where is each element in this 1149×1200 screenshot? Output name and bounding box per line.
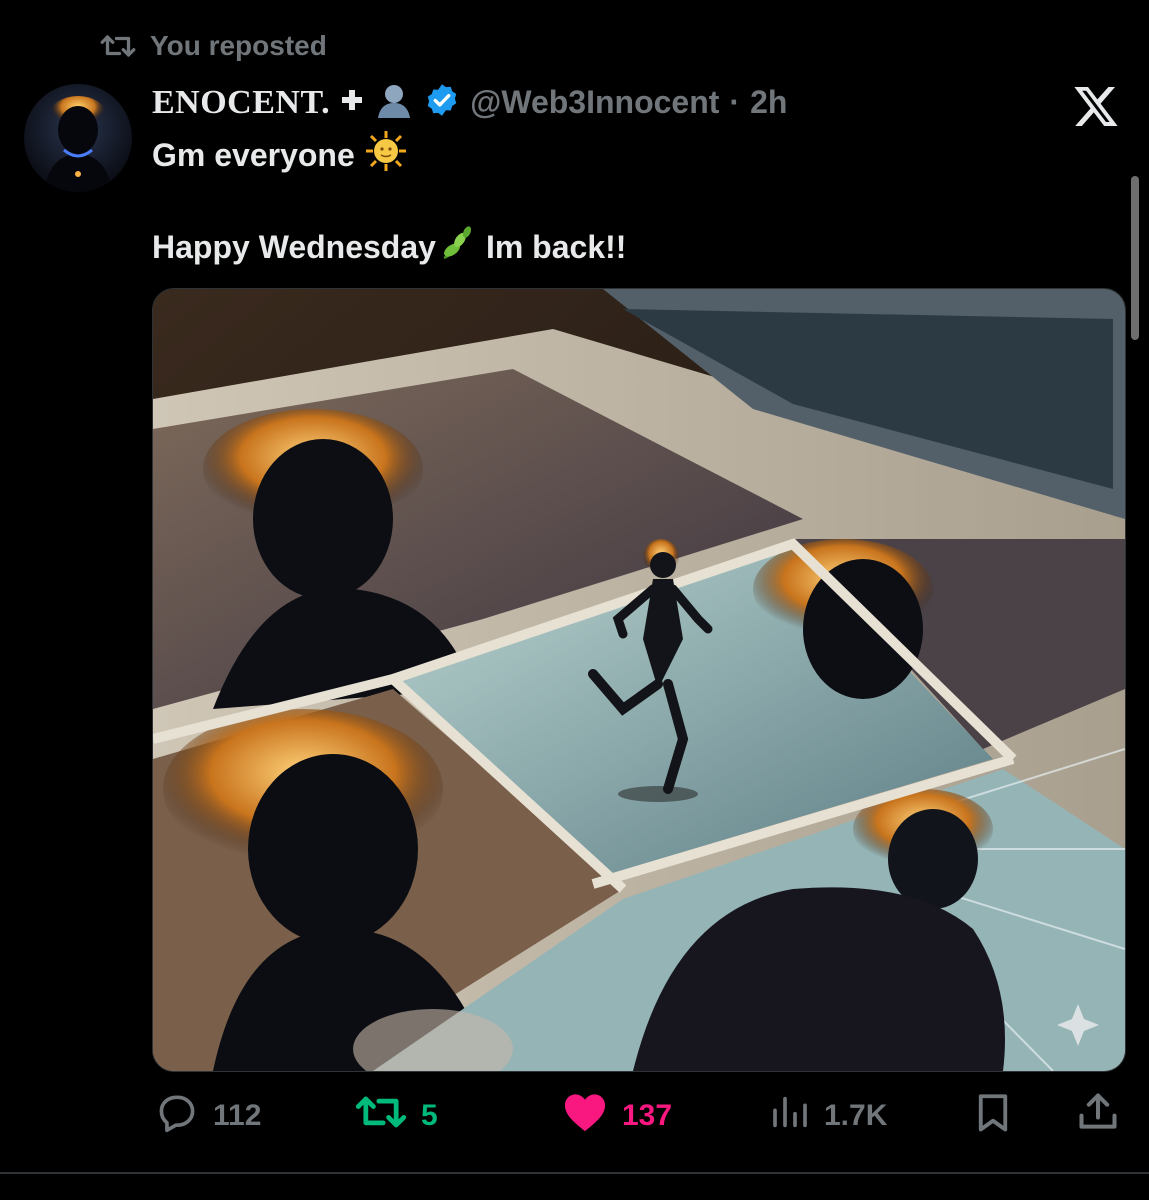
share-button[interactable] <box>1076 1090 1120 1142</box>
tweet-divider <box>0 1172 1149 1174</box>
share-icon <box>1076 1090 1120 1142</box>
avatar[interactable] <box>24 84 132 192</box>
views-button[interactable]: 1.7K <box>770 1090 887 1142</box>
scrollbar-thumb[interactable] <box>1131 176 1139 340</box>
tweet-text-line-1: Gm everyone <box>152 130 407 180</box>
views-count: 1.7K <box>824 1099 888 1132</box>
tweet-actions: 112 5 137 1.7K <box>0 1090 1149 1142</box>
header-separator: · <box>729 84 741 120</box>
verified-badge-icon <box>424 82 460 123</box>
repost-banner: You reposted <box>100 30 327 62</box>
repost-count: 5 <box>421 1099 438 1132</box>
tweet-line-1: Gm everyone <box>152 136 355 173</box>
repost-action-icon <box>355 1090 407 1142</box>
reply-count: 112 <box>213 1099 262 1132</box>
bust-emoji-icon <box>374 80 414 125</box>
reply-icon <box>155 1090 199 1142</box>
repost-banner-text: You reposted <box>150 30 327 61</box>
views-icon <box>770 1092 810 1140</box>
heart-icon <box>562 1091 608 1141</box>
tweet-media-image[interactable] <box>152 288 1126 1072</box>
reply-button[interactable]: 112 <box>155 1090 261 1142</box>
x-logo-icon[interactable] <box>1072 82 1120 130</box>
tweet-header: ENOCENT. @Web3Innocent · 2h <box>152 80 787 125</box>
author-handle[interactable]: @Web3Innocent <box>470 84 719 121</box>
herb-emoji-icon <box>438 222 480 272</box>
display-name[interactable]: ENOCENT. <box>152 84 330 122</box>
bookmark-icon <box>972 1090 1014 1142</box>
cross-icon <box>340 88 364 117</box>
like-button[interactable]: 137 <box>562 1090 672 1142</box>
repost-button[interactable]: 5 <box>355 1090 438 1142</box>
tweet-text-line-2: Happy Wednesday Im back!! <box>152 222 626 272</box>
tweet-line-2-b: Im back!! <box>485 228 627 265</box>
tweet-line-2-a: Happy Wednesday <box>152 228 436 265</box>
sun-emoji-icon <box>365 130 407 180</box>
post-time[interactable]: 2h <box>750 84 787 121</box>
bookmark-button[interactable] <box>972 1090 1014 1142</box>
repost-icon <box>100 31 136 61</box>
like-count: 137 <box>622 1099 673 1132</box>
